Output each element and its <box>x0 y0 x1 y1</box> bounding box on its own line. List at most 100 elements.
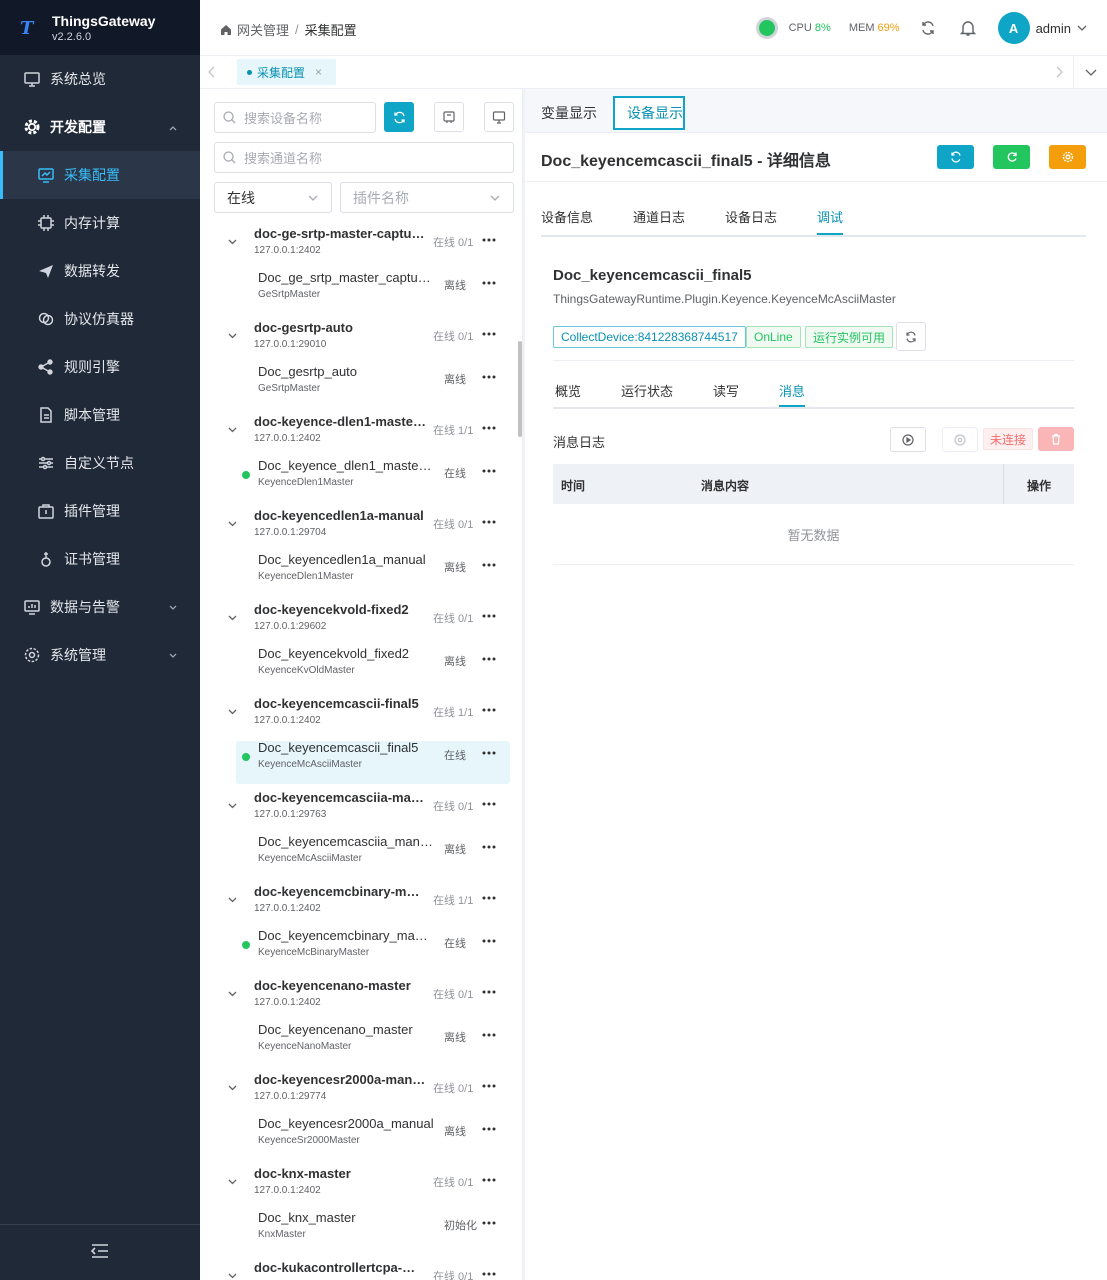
more-icon[interactable] <box>482 1122 496 1136</box>
more-icon[interactable] <box>482 276 496 290</box>
channel-node[interactable]: doc-keyencekvold-fixed2 127.0.0.1:29602 在线… <box>200 601 518 645</box>
more-icon[interactable] <box>482 421 496 435</box>
sidebar-group-data-alarm[interactable]: 数据与告警 <box>0 583 200 631</box>
bell-icon[interactable] <box>958 18 978 38</box>
status-filter-select[interactable]: 在线 <box>214 182 332 213</box>
refresh-status-button[interactable] <box>896 322 926 351</box>
chevron-down-icon[interactable] <box>227 799 238 814</box>
chevron-down-icon[interactable] <box>227 893 238 908</box>
sidebar-item-data-forward[interactable]: 数据转发 <box>0 247 200 295</box>
device-node[interactable]: Doc_ge_srtp_master_capture4 GeSrtpMaster 离… <box>200 269 518 319</box>
refresh-icon[interactable] <box>918 18 938 38</box>
app-logo[interactable]: T ThingsGateway v2.2.6.0 <box>0 0 200 55</box>
more-icon[interactable] <box>482 1028 496 1042</box>
more-icon[interactable] <box>482 1079 496 1093</box>
device-node[interactable]: Doc_keyencenano_master KeyenceNanoMaster 离… <box>200 1021 518 1071</box>
chevron-down-icon[interactable] <box>227 987 238 1002</box>
more-icon[interactable] <box>482 1267 496 1280</box>
chevron-down-icon[interactable] <box>227 1081 238 1096</box>
plugin-filter-select[interactable]: 插件名称 <box>340 182 514 213</box>
channel-node[interactable]: doc-kukacontrollertcpa-ma... 在线 0/1 <box>200 1259 518 1280</box>
tab-run-status[interactable]: 运行状态 <box>621 381 673 407</box>
sidebar-item-plugin-manage[interactable]: 插件管理 <box>0 487 200 535</box>
device-search-input[interactable]: 搜索设备名称 <box>214 102 376 133</box>
channel-node[interactable]: doc-keyence-dlen1-master-... 127.0.0.1:24… <box>200 413 518 457</box>
sidebar-item-memory-calc[interactable]: 内存计算 <box>0 199 200 247</box>
plc-button[interactable] <box>434 102 464 132</box>
chevron-down-icon[interactable] <box>227 423 238 438</box>
sidebar-item-protocol-simulator[interactable]: 协议仿真器 <box>0 295 200 343</box>
tab-device-log[interactable]: 设备日志 <box>725 207 777 235</box>
monitor-button[interactable] <box>484 102 514 132</box>
more-icon[interactable] <box>482 746 496 760</box>
chevron-down-icon[interactable] <box>227 329 238 344</box>
more-icon[interactable] <box>482 652 496 666</box>
chevron-down-icon[interactable] <box>227 517 238 532</box>
channel-search-input[interactable]: 搜索通道名称 <box>214 142 514 173</box>
refresh-tree-button[interactable] <box>384 102 414 132</box>
chevron-down-icon[interactable] <box>227 705 238 720</box>
channel-node[interactable]: doc-keyencesr2000a-manual 127.0.0.1:29774… <box>200 1071 518 1115</box>
channel-node[interactable]: doc-keyencemcbinary-mas... 127.0.0.1:2402… <box>200 883 518 927</box>
sidebar-item-custom-node[interactable]: 自定义节点 <box>0 439 200 487</box>
more-icon[interactable] <box>482 327 496 341</box>
channel-node[interactable]: doc-keyencemcasciia-man... 127.0.0.1:2976… <box>200 789 518 833</box>
device-node[interactable]: Doc_keyencemcbinary_master KeyenceMcBinar… <box>200 927 518 977</box>
more-icon[interactable] <box>482 1173 496 1187</box>
device-node[interactable]: Doc_keyencedlen1a_manual KeyenceDlen1Mast… <box>200 551 518 601</box>
breadcrumb-item[interactable]: 网关管理 <box>237 20 289 39</box>
tab-messages[interactable]: 消息 <box>779 381 806 407</box>
tab-device-view[interactable]: 设备显示 <box>613 96 685 130</box>
more-icon[interactable] <box>482 609 496 623</box>
clear-log-button[interactable] <box>1038 427 1074 451</box>
chevron-down-icon[interactable] <box>227 235 238 250</box>
more-icon[interactable] <box>482 891 496 905</box>
tree-scrollbar[interactable] <box>518 341 522 437</box>
more-icon[interactable] <box>482 464 496 478</box>
channel-node[interactable]: doc-keyencemcascii-final5 127.0.0.1:2402 在… <box>200 695 518 739</box>
tab-read-write[interactable]: 读写 <box>713 381 739 407</box>
more-icon[interactable] <box>482 934 496 948</box>
sidebar-item-cert-manage[interactable]: 证书管理 <box>0 535 200 583</box>
more-icon[interactable] <box>482 703 496 717</box>
collapse-sidebar-button[interactable] <box>0 1224 200 1280</box>
more-icon[interactable] <box>482 985 496 999</box>
device-node[interactable]: Doc_keyencemcascii_final5 KeyenceMcAsciiM… <box>200 739 518 789</box>
more-icon[interactable] <box>482 797 496 811</box>
more-icon[interactable] <box>482 840 496 854</box>
channel-node[interactable]: doc-keyencedlen1a-manual 127.0.0.1:29704 在… <box>200 507 518 551</box>
tab-overview[interactable]: 概览 <box>555 381 581 407</box>
refresh-detail-button[interactable] <box>937 145 974 169</box>
tab-debug[interactable]: 调试 <box>817 207 844 235</box>
tabs-scroll-right-icon[interactable] <box>1055 66 1063 78</box>
user-name[interactable]: admin <box>1036 21 1071 36</box>
tab-variable-view[interactable]: 变量显示 <box>541 96 597 130</box>
tabs-menu-button[interactable] <box>1073 56 1107 89</box>
more-icon[interactable] <box>482 370 496 384</box>
sidebar-item-script-manage[interactable]: 脚本管理 <box>0 391 200 439</box>
start-log-button[interactable] <box>890 427 926 452</box>
settings-button[interactable] <box>1049 145 1086 169</box>
chevron-down-icon[interactable] <box>1077 23 1087 33</box>
sidebar-group-system-manage[interactable]: 系统管理 <box>0 631 200 679</box>
sidebar-item-overview[interactable]: 系统总览 <box>0 55 200 103</box>
channel-node[interactable]: doc-knx-master 127.0.0.1:2402 在线 0/1 <box>200 1165 518 1209</box>
page-tab-collect-config[interactable]: 采集配置 × <box>237 59 337 85</box>
device-node[interactable]: Doc_knx_master KnxMaster 初始化 <box>200 1209 518 1259</box>
device-node[interactable]: Doc_keyence_dlen1_master_f... KeyenceDlen… <box>200 457 518 507</box>
more-icon[interactable] <box>482 515 496 529</box>
more-icon[interactable] <box>482 1216 496 1230</box>
avatar[interactable]: A <box>997 12 1030 44</box>
device-node[interactable]: Doc_keyencesr2000a_manual KeyenceSr2000Ma… <box>200 1115 518 1165</box>
channel-node[interactable]: doc-ge-srtp-master-capture4 127.0.0.1:240… <box>200 225 518 269</box>
tab-channel-log[interactable]: 通道日志 <box>633 207 685 235</box>
sidebar-item-rule-engine[interactable]: 规则引擎 <box>0 343 200 391</box>
chevron-down-icon[interactable] <box>227 1175 238 1190</box>
device-node[interactable]: Doc_gesrtp_auto GeSrtpMaster 离线 <box>200 363 518 413</box>
device-node[interactable]: Doc_keyencemcasciia_manual KeyenceMcAscii… <box>200 833 518 883</box>
chevron-down-icon[interactable] <box>227 611 238 626</box>
close-icon[interactable]: × <box>315 65 322 79</box>
channel-node[interactable]: doc-keyencenano-master 127.0.0.1:2402 在线 0… <box>200 977 518 1021</box>
more-icon[interactable] <box>482 558 496 572</box>
tab-device-info[interactable]: 设备信息 <box>541 207 593 235</box>
